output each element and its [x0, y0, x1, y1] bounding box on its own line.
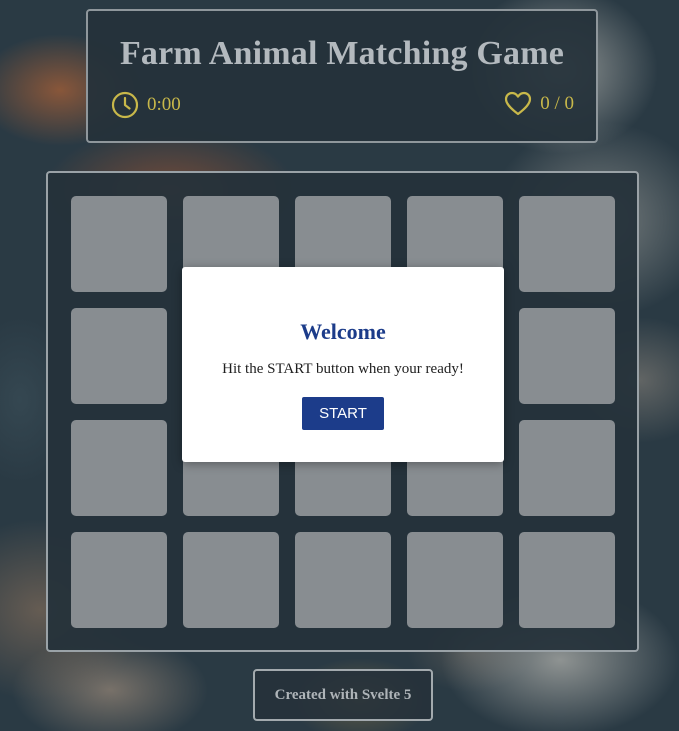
start-button[interactable]: START — [302, 397, 384, 430]
memory-card[interactable] — [407, 532, 503, 628]
memory-card[interactable] — [519, 196, 615, 292]
memory-card[interactable] — [71, 308, 167, 404]
memory-card[interactable] — [519, 308, 615, 404]
memory-card[interactable] — [71, 196, 167, 292]
memory-card[interactable] — [183, 532, 279, 628]
memory-card[interactable] — [295, 532, 391, 628]
match-counter: 0 / 0 — [504, 91, 574, 117]
heart-icon — [504, 91, 532, 117]
memory-card[interactable] — [519, 532, 615, 628]
timer: 0:00 — [111, 91, 181, 119]
memory-card[interactable] — [71, 420, 167, 516]
page-title: Farm Animal Matching Game — [119, 35, 565, 72]
score-value: 0 / 0 — [540, 93, 574, 114]
footer-credit: Created with Svelte 5 — [253, 669, 433, 721]
memory-card[interactable] — [71, 532, 167, 628]
memory-card[interactable] — [519, 420, 615, 516]
modal-message: Hit the START button when your ready! — [222, 361, 464, 377]
game-header: Farm Animal Matching Game 0:00 0 / 0 — [86, 9, 598, 143]
modal-title: Welcome — [300, 319, 386, 344]
clock-icon — [111, 91, 139, 119]
welcome-modal: Welcome Hit the START button when your r… — [182, 267, 504, 462]
timer-value: 0:00 — [147, 94, 181, 115]
